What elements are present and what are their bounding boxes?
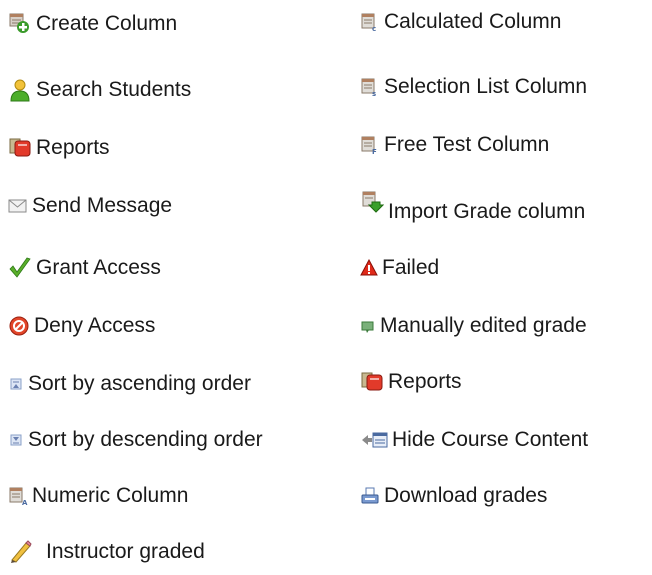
manually-edited-grade-icon	[360, 318, 376, 334]
svg-text:A: A	[22, 499, 28, 506]
legend-label: Reports	[388, 370, 462, 393]
svg-text:c: c	[372, 25, 376, 32]
svg-text:s: s	[372, 90, 376, 97]
legend-label: Deny Access	[34, 314, 156, 337]
reports-icon	[8, 136, 32, 160]
legend-item-download-grades: Download grades	[360, 484, 547, 508]
legend-label: Hide Course Content	[392, 428, 589, 451]
sort-descending-icon	[8, 432, 24, 448]
legend-item-import-grade-column: Import Grade column	[360, 191, 585, 223]
instructor-graded-icon	[8, 540, 32, 564]
legend-label: Import Grade column	[388, 200, 586, 223]
numeric-column-icon: A	[8, 486, 28, 506]
legend-label: Search Students	[36, 78, 192, 101]
legend-item-manually-edited-grade: Manually edited grade	[360, 314, 587, 338]
failed-icon	[360, 259, 378, 277]
legend-item-free-test-column: F Free Test Column	[360, 133, 549, 157]
calculated-column-icon: c	[360, 12, 380, 32]
legend-label: Failed	[382, 256, 440, 279]
legend-item-failed: Failed	[360, 256, 439, 280]
sort-ascending-icon	[8, 376, 24, 392]
legend-item-send-message: Send Message	[8, 194, 172, 218]
legend-item-calculated-column: c Calculated Column	[360, 10, 561, 34]
legend-label: Numeric Column	[32, 484, 189, 507]
download-grades-icon	[360, 486, 380, 506]
legend-item-reports: Reports	[8, 136, 110, 160]
legend-label: Reports	[36, 136, 110, 159]
legend-item-instructor-graded: Instructor graded	[8, 540, 205, 564]
legend-item-create-column: Create Column	[8, 12, 177, 36]
legend-item-grant-access: Grant Access	[8, 256, 161, 280]
create-column-icon	[8, 12, 32, 36]
legend-item-hide-course-content: Hide Course Content	[360, 428, 588, 452]
grant-access-icon	[8, 256, 32, 280]
legend-label: Instructor graded	[46, 540, 205, 563]
legend-label: Manually edited grade	[380, 314, 587, 337]
deny-access-icon	[8, 315, 30, 337]
send-message-icon	[8, 196, 28, 216]
reports-icon	[360, 370, 384, 394]
legend-label: Free Test Column	[384, 133, 550, 156]
search-students-icon	[8, 78, 32, 102]
legend-label: Sort by descending order	[28, 428, 263, 451]
hide-course-content-icon	[360, 430, 388, 450]
svg-text:F: F	[372, 148, 377, 155]
import-grade-column-icon	[360, 190, 384, 214]
legend-item-reports-2: Reports	[360, 370, 462, 394]
selection-list-column-icon: s	[360, 77, 380, 97]
legend-item-search-students: Search Students	[8, 78, 191, 102]
legend-label: Sort by ascending order	[28, 372, 251, 395]
legend-item-selection-list-column: s Selection List Column	[360, 75, 587, 99]
legend-page: { "legend": { "left": [ {"icon": "create…	[0, 0, 652, 575]
legend-label: Download grades	[384, 484, 548, 507]
legend-label: Selection List Column	[384, 75, 588, 98]
legend-item-deny-access: Deny Access	[8, 314, 155, 338]
legend-item-sort-descending: Sort by descending order	[8, 428, 263, 452]
legend-label: Calculated Column	[384, 10, 562, 33]
legend-label: Grant Access	[36, 256, 161, 279]
legend-label: Send Message	[32, 194, 173, 217]
legend-label: Create Column	[36, 12, 178, 35]
legend-item-numeric-column: A Numeric Column	[8, 484, 188, 508]
legend-item-sort-ascending: Sort by ascending order	[8, 372, 251, 396]
free-test-column-icon: F	[360, 135, 380, 155]
